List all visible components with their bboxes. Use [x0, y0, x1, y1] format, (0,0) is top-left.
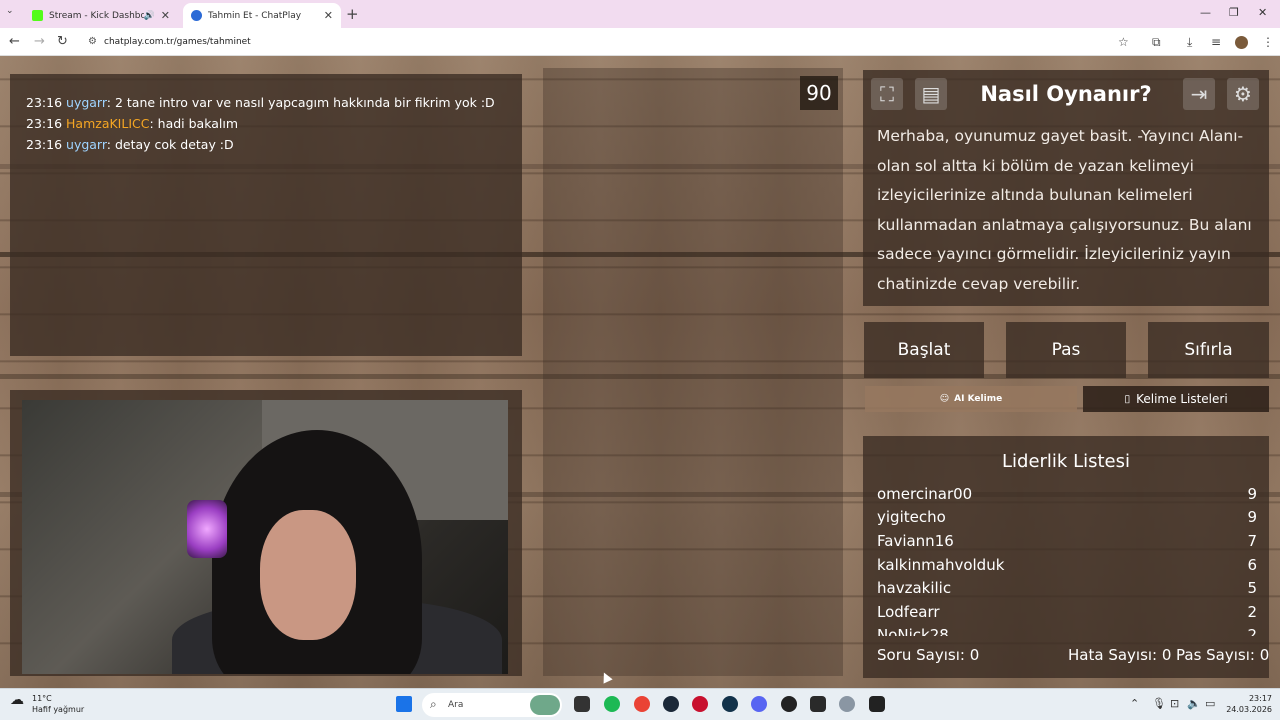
webcam-panel — [10, 390, 522, 676]
word-area-panel — [543, 68, 843, 676]
temperature: 11°C — [32, 694, 52, 703]
speaker-icon[interactable]: 🔊 — [144, 11, 155, 21]
chat-username[interactable]: uygarr — [66, 137, 107, 152]
chat-username[interactable]: uygarr — [66, 95, 107, 110]
cloud-rain-icon: ☁ — [10, 692, 24, 708]
tab-search-chevron-icon[interactable]: ⌄ — [6, 6, 14, 16]
settings-icon[interactable] — [839, 696, 855, 712]
forward-icon[interactable]: → — [34, 34, 45, 49]
network-icon[interactable]: ⊡ — [1170, 697, 1179, 710]
weather-widget[interactable]: ☁ 11°C Hafif yağmur — [10, 693, 84, 715]
system-clock[interactable]: 23:17 24.03.2026 — [1226, 693, 1272, 715]
reading-list-icon[interactable]: ≡ — [1211, 35, 1221, 49]
ai-word-button[interactable]: ☺ AI Kelime — [865, 386, 1077, 412]
page-title: Nasıl Oynanır? — [980, 82, 1152, 106]
close-tab-icon[interactable]: ✕ — [324, 9, 333, 22]
tray-chevron-icon[interactable]: ⌃ — [1130, 697, 1139, 710]
leaderboard-row: yigitecho 9 — [877, 508, 1257, 527]
microphone-icon[interactable]: 🎙 — [1152, 697, 1166, 710]
discord-icon[interactable] — [751, 696, 767, 712]
countdown-timer: 90 — [800, 76, 838, 110]
app-red-icon[interactable] — [692, 696, 708, 712]
tab-label: Tahmin Et - ChatPlay — [208, 10, 302, 21]
kick-favicon-icon — [32, 10, 43, 21]
epic-games-icon[interactable] — [810, 696, 826, 712]
leaderboard-list[interactable]: omercinar00 9 yigitecho 9 Faviann16 7 kalki… — [877, 482, 1257, 636]
steam-icon[interactable] — [663, 696, 679, 712]
search-icon: ⌕ — [430, 697, 437, 711]
leaderboard-row: NoNick28 2 — [877, 626, 1257, 636]
leaderboard-row: omercinar00 9 — [877, 484, 1257, 503]
profile-avatar[interactable] — [1235, 36, 1248, 49]
bookmark-star-icon[interactable]: ☆ — [1118, 35, 1129, 49]
instructions-text: Merhaba, oyunumuz gayet basit. -Yayıncı … — [877, 127, 1252, 293]
leaderboard-title: Liderlik Listesi — [1002, 451, 1130, 472]
file-explorer-icon[interactable] — [574, 696, 590, 712]
chat-message: 23:16 uygarr: 2 tane intro var ve nasıl … — [26, 95, 495, 110]
leaderboard-row: havzakilic 5 — [877, 579, 1257, 598]
menu-kebab-icon[interactable]: ⋮ — [1262, 35, 1274, 49]
battery-icon[interactable]: ▭ — [1205, 697, 1215, 710]
chatplay-favicon-icon — [191, 10, 202, 21]
how-to-play-panel: ⛶ ▤ ⇥ ⚙ Nasıl Oynanır? Merhaba, oyunumuz… — [863, 70, 1269, 306]
search-placeholder: Ara — [448, 700, 464, 710]
weather-text: Hafif yağmur — [32, 705, 85, 714]
pass-count: Pas Sayısı: 0 — [1176, 646, 1270, 664]
tab-chatplay[interactable]: Tahmin Et - ChatPlay ✕ — [183, 3, 341, 28]
chat-panel: 23:16 uygarr: 2 tane intro var ve nasıl … — [10, 74, 522, 356]
question-count: Soru Sayısı: 0 — [877, 646, 980, 664]
leaderboard-row: kalkinmahvolduk 6 — [877, 555, 1257, 574]
app-c-icon[interactable] — [722, 696, 738, 712]
chrome-icon[interactable] — [634, 696, 650, 712]
leaderboard-row: Faviann16 7 — [877, 531, 1257, 550]
back-icon[interactable]: ← — [9, 34, 20, 49]
word-lists-button[interactable]: ▯ Kelime Listeleri — [1083, 386, 1269, 412]
reload-icon[interactable]: ↻ — [57, 34, 68, 49]
close-tab-icon[interactable]: ✕ — [161, 9, 170, 22]
ai-word-label: AI Kelime — [954, 394, 1003, 404]
windows-start-icon[interactable] — [396, 696, 412, 712]
game-page: 23:16 uygarr: 2 tane intro var ve nasıl … — [0, 56, 1280, 688]
downloads-icon[interactable]: ⤓ — [1187, 35, 1192, 50]
error-count: Hata Sayısı: 0 — [1068, 646, 1172, 664]
url-text: chatplay.com.tr/games/tahminet — [104, 37, 251, 47]
volume-icon[interactable]: 🔈 — [1187, 697, 1201, 710]
leaderboard-row: Lodfearr 2 — [877, 602, 1257, 621]
taskbar-search[interactable]: ⌕ Ara — [422, 693, 562, 717]
chat-username[interactable]: HamzaKILICC — [66, 116, 149, 131]
leaderboard-panel: Liderlik Listesi omercinar00 9 yigitecho 9… — [863, 436, 1269, 678]
tab-label: Stream - Kick Dashboard — [49, 10, 144, 21]
url-field[interactable]: ⚙ chatplay.com.tr/games/tahminet — [82, 32, 1142, 52]
address-toolbar: ← → ↻ ⚙ chatplay.com.tr/games/tahminet ☆… — [0, 28, 1280, 56]
obs-icon[interactable] — [781, 696, 797, 712]
tab-bar: ⌄ Stream - Kick Dashboard 🔊 ✕ Tahmin Et … — [0, 0, 1280, 28]
chat-message: 23:16 HamzaKILICC: hadi bakalım — [26, 116, 239, 131]
minimize-icon[interactable]: — — [1200, 6, 1211, 19]
word-lists-label: Kelime Listeleri — [1136, 392, 1228, 406]
extensions-icon[interactable]: ⧉ — [1152, 35, 1161, 50]
new-tab-icon[interactable]: + — [346, 5, 359, 23]
clock-time: 23:17 — [1248, 694, 1272, 703]
start-button[interactable]: Başlat — [864, 322, 984, 378]
terminal-icon[interactable] — [869, 696, 885, 712]
list-icon: ▯ — [1124, 393, 1131, 405]
robot-icon: ☺ — [939, 394, 950, 404]
search-highlight-icon — [530, 695, 560, 715]
chat-message: 23:16 uygarr: detay cok detay :D — [26, 137, 234, 152]
microphone-light — [187, 500, 227, 558]
spotify-icon[interactable] — [604, 696, 620, 712]
clock-date: 24.03.2026 — [1226, 705, 1272, 714]
webcam-feed — [22, 400, 508, 674]
site-info-icon[interactable]: ⚙ — [88, 36, 97, 47]
close-window-icon[interactable]: ✕ — [1258, 6, 1267, 19]
tab-kick-dashboard[interactable]: Stream - Kick Dashboard 🔊 ✕ — [24, 3, 178, 28]
reset-button[interactable]: Sıfırla — [1148, 322, 1269, 378]
windows-taskbar: ☁ 11°C Hafif yağmur ⌕ Ara ⌃ 🎙 ⊡ 🔈 ▭ 23:1… — [0, 688, 1280, 720]
pass-button[interactable]: Pas — [1006, 322, 1126, 378]
restore-icon[interactable]: ❐ — [1229, 6, 1239, 19]
